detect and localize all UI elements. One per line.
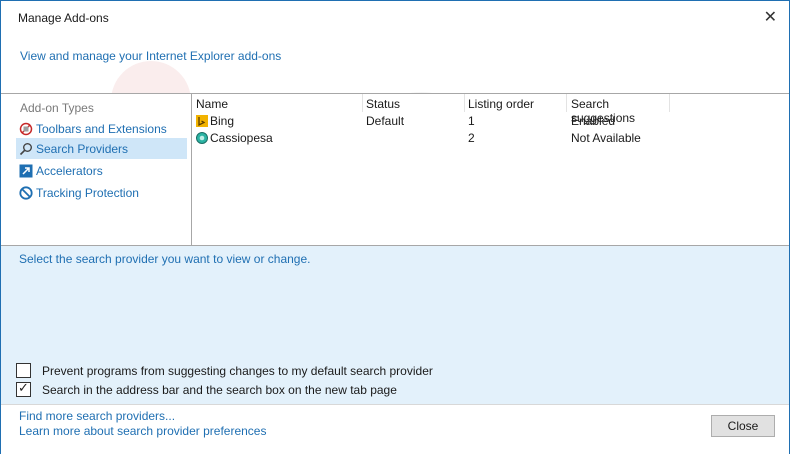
- close-button[interactable]: Close: [711, 415, 775, 437]
- title-bar: Manage Add-ons ✕: [1, 1, 789, 31]
- list-header: Name Status Listing order Search suggest…: [192, 94, 672, 125]
- accelerator-icon: [19, 164, 33, 178]
- window-title: Manage Add-ons: [18, 11, 109, 25]
- tracking-protection-icon: [19, 185, 33, 200]
- prevent-changes-checkbox-row[interactable]: Prevent programs from suggesting changes…: [16, 363, 433, 378]
- globe-icon: [196, 132, 208, 147]
- provider-name: Bing: [210, 114, 235, 128]
- search-providers-list: Name Status Listing order Search suggest…: [192, 94, 789, 245]
- column-divider[interactable]: [669, 94, 670, 112]
- checkbox-label: Search in the address bar and the search…: [42, 382, 397, 397]
- provider-name: Cassiopesa: [210, 131, 273, 145]
- sidebar-item-label: Tracking Protection: [36, 185, 139, 200]
- column-header-listing-order[interactable]: Listing order: [468, 97, 534, 111]
- bing-icon: [196, 115, 208, 130]
- provider-search-suggestions: Not Available: [571, 131, 641, 145]
- column-header-name[interactable]: Name: [196, 97, 228, 111]
- manage-addons-window: PC risk.com Manage Add-ons ✕ View and ma…: [0, 0, 790, 454]
- sidebar-item-label: Accelerators: [36, 163, 103, 178]
- column-header-status[interactable]: Status: [366, 97, 400, 111]
- checkbox-label: Prevent programs from suggesting changes…: [42, 363, 433, 378]
- address-bar-search-checkbox[interactable]: ✓: [16, 380, 31, 397]
- details-hint: Select the search provider you want to v…: [19, 252, 311, 266]
- prevent-changes-checkbox[interactable]: [16, 363, 31, 378]
- provider-listing-order: 1: [468, 114, 475, 128]
- toolbars-extensions-icon: [19, 122, 33, 136]
- learn-more-link[interactable]: Learn more about search provider prefere…: [19, 424, 266, 438]
- sidebar-item-label: Toolbars and Extensions: [36, 121, 167, 136]
- sidebar-item-toolbars-extensions[interactable]: Toolbars and Extensions: [16, 118, 187, 139]
- search-icon: [19, 142, 33, 156]
- provider-status: Default: [366, 114, 405, 128]
- column-divider[interactable]: [362, 94, 363, 112]
- sidebar-item-tracking-protection[interactable]: Tracking Protection: [16, 182, 187, 203]
- address-bar-search-checkbox-row[interactable]: ✓ Search in the address bar and the sear…: [16, 380, 397, 397]
- details-pane: Select the search provider you want to v…: [1, 246, 789, 404]
- checkmark-icon: ✓: [18, 380, 29, 395]
- sidebar-item-accelerators[interactable]: Accelerators: [16, 160, 187, 181]
- footer: Find more search providers... Learn more…: [1, 404, 789, 454]
- sidebar-heading: Add-on Types: [20, 101, 94, 115]
- sidebar-item-search-providers[interactable]: Search Providers: [16, 138, 187, 159]
- window-subtitle: View and manage your Internet Explorer a…: [20, 49, 282, 63]
- column-divider[interactable]: [566, 94, 567, 112]
- sidebar-item-label: Search Providers: [36, 141, 129, 156]
- provider-search-suggestions: Enabled: [571, 114, 616, 128]
- find-more-providers-link[interactable]: Find more search providers...: [19, 409, 175, 423]
- table-row[interactable]: Cassiopesa 2 Not Available: [192, 129, 789, 146]
- close-icon[interactable]: ✕: [764, 7, 777, 27]
- provider-listing-order: 2: [468, 131, 475, 145]
- column-divider[interactable]: [464, 94, 465, 112]
- sidebar: Add-on Types Toolbars and Extensions Sea…: [1, 94, 191, 245]
- table-row[interactable]: Bing Default 1 Enabled: [192, 112, 789, 129]
